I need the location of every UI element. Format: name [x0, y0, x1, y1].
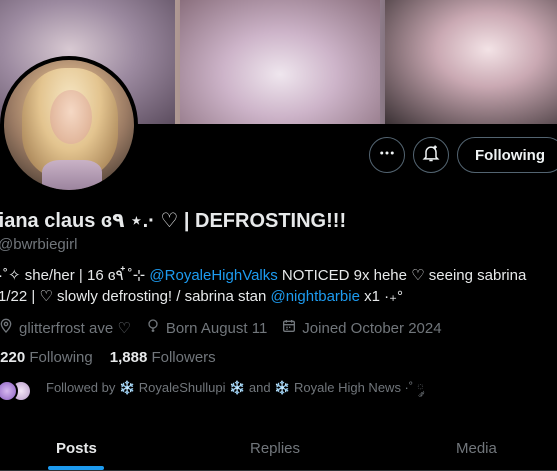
- location-icon: [0, 318, 19, 338]
- following-count-link[interactable]: ,220 Following: [0, 349, 93, 366]
- handle: @bwrbiegirl: [0, 236, 78, 253]
- bio-text: 1/22 | ♡ slowly defrosting! / sabrina st…: [0, 288, 271, 305]
- following-button[interactable]: Following: [457, 137, 557, 173]
- birthday-icon: [145, 318, 166, 338]
- tab-posts[interactable]: Posts: [56, 440, 97, 457]
- notification-bell-icon: [421, 143, 441, 168]
- followers-label: Followers: [151, 349, 216, 366]
- followed-by-text: Followed by ❄️ RoyaleShullupi ❄️ and ❄️ …: [46, 379, 424, 395]
- location-text: glitterfrost ave ♡: [19, 320, 131, 337]
- bio: ·˚✧ she/her | 16 ɞ٩ ໋˚⊹ @RoyaleHighValks…: [0, 265, 557, 307]
- more-icon: [378, 144, 396, 167]
- joined-text: Joined October 2024: [302, 319, 442, 337]
- followed-by[interactable]: Followed by ❄️ RoyaleShullupi ❄️ and ❄️ …: [0, 378, 424, 404]
- active-tab-indicator: [48, 466, 104, 470]
- more-button[interactable]: [369, 137, 405, 173]
- followers-count: 1,888: [109, 349, 148, 366]
- profile-tabs: Posts Replies Media: [0, 424, 557, 471]
- calendar-icon: [281, 318, 302, 338]
- joined-date: Joined October 2024: [281, 318, 442, 338]
- avatar-outfit: [42, 160, 102, 190]
- avatar-face: [50, 90, 92, 144]
- followers-count-link[interactable]: 1,888 Followers: [110, 349, 216, 366]
- bio-text: x1 ·₊°: [359, 288, 404, 305]
- tab-media[interactable]: Media: [456, 440, 497, 457]
- display-name: tiana claus ɞ٩ ⋆.· ♡ | DEFROSTING!!!: [0, 210, 347, 232]
- bio-text: NOTICED 9x hehe ♡ seeing sabrina: [277, 267, 527, 284]
- avatar[interactable]: [0, 56, 138, 194]
- follow-counts: ,220 Following 1,888 Followers: [0, 349, 216, 366]
- bio-mention-link[interactable]: @nightbarbie: [270, 288, 359, 305]
- banner-photo-3: [385, 0, 557, 124]
- bio-text: ·˚✧ she/her | 16 ɞ٩ ໋˚⊹: [0, 267, 150, 284]
- bio-line-2: 1/22 | ♡ slowly defrosting! / sabrina st…: [0, 286, 557, 307]
- following-count: ,220: [0, 349, 26, 366]
- location: glitterfrost ave ♡: [0, 318, 131, 338]
- birthday: Born August 11: [145, 318, 267, 338]
- birthday-text: Born August 11: [165, 319, 268, 337]
- following-button-label: Following: [475, 146, 545, 164]
- tab-replies[interactable]: Replies: [250, 440, 300, 457]
- notifications-button[interactable]: [413, 137, 449, 173]
- profile-meta: glitterfrost ave ♡ Born August 11 Joined…: [0, 318, 456, 338]
- following-label: Following: [29, 349, 93, 366]
- banner-photo-2: [180, 0, 380, 124]
- bio-mention-link[interactable]: @RoyaleHighValks: [149, 267, 277, 284]
- bio-line-1: ·˚✧ she/her | 16 ɞ٩ ໋˚⊹ @RoyaleHighValks…: [0, 265, 557, 286]
